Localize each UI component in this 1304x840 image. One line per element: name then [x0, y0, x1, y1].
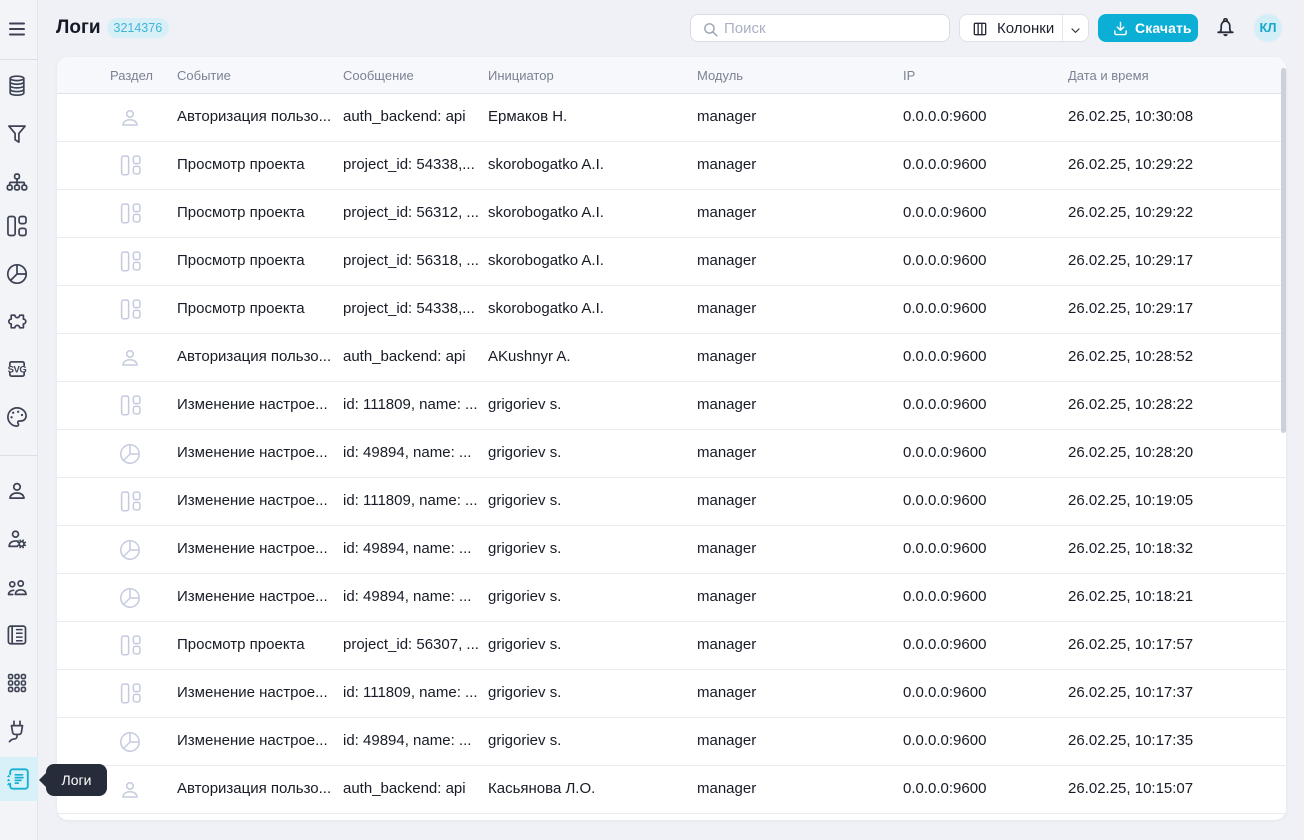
svg-text:SVG: SVG: [8, 365, 27, 376]
